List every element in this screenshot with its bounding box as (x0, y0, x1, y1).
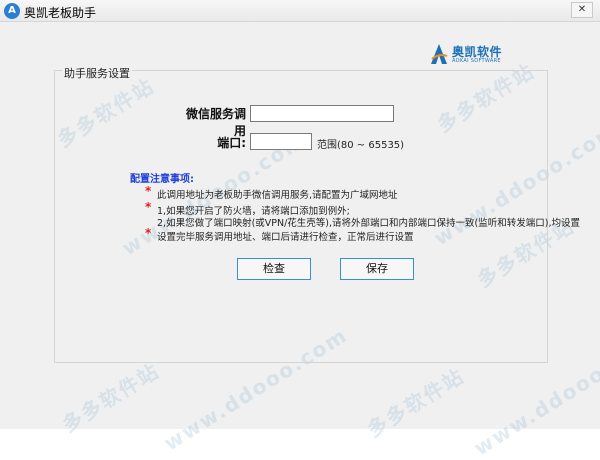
note-item: 此调用地址为老板助手微信调用服务,请配置为广域网地址 (157, 190, 398, 201)
company-logo: 奥凯软件 AOKAI SOFTWARE (430, 41, 525, 71)
port-range-hint: 范围(80 ~ 65535) (317, 140, 405, 151)
port-input[interactable] (250, 133, 312, 150)
app-window: A 奥凯老板助手 ✕ 多多软件站 www.ddooo.com 多多软件站 www… (0, 0, 600, 460)
window-title: 奥凯老板助手 (24, 6, 97, 20)
watermark-text: 多多软件站 (362, 363, 469, 443)
note-item: 2,如果您做了端口映射(或VPN/花生壳等),请将外部端口和内部端口保持一致(监… (157, 218, 580, 229)
required-star-icon: * (145, 184, 152, 198)
save-button[interactable]: 保存 (340, 258, 414, 280)
note-item: 设置完毕服务调用地址、端口后请进行检查，正常后进行设置 (157, 232, 414, 243)
notes-title: 配置注意事项: (130, 174, 194, 185)
wechat-service-input[interactable] (250, 105, 394, 122)
group-legend: 助手服务设置 (62, 65, 132, 81)
app-logo-icon: A (4, 3, 20, 19)
logo-name-en: AOKAI SOFTWARE (452, 58, 501, 64)
aokai-logo-icon (431, 44, 448, 64)
required-star-icon: * (145, 200, 152, 214)
check-button[interactable]: 检查 (237, 258, 311, 280)
title-bar[interactable]: A 奥凯老板助手 ✕ (0, 0, 600, 22)
required-star-icon: * (145, 226, 152, 240)
watermark-text: 多多软件站 (57, 358, 164, 438)
close-button[interactable]: ✕ (571, 2, 593, 18)
port-label: 端口: (217, 136, 246, 150)
